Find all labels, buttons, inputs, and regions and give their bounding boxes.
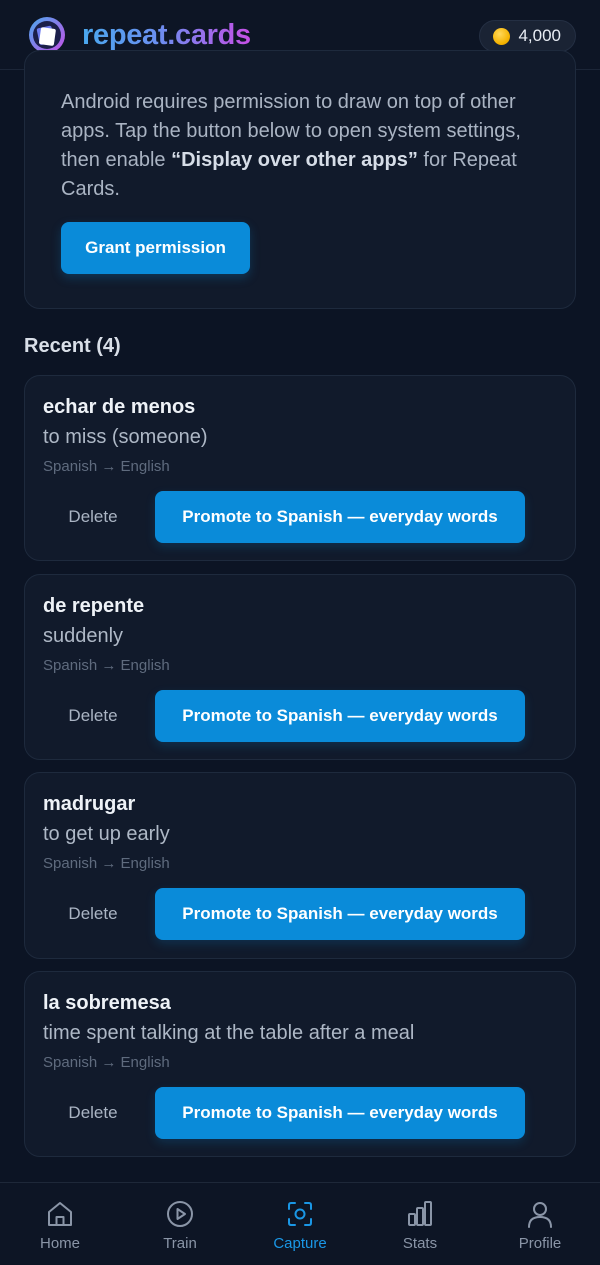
coin-balance[interactable]: 4,000 (479, 20, 576, 52)
nav-label: Capture (273, 1235, 327, 1252)
capture-icon (288, 1202, 312, 1226)
recent-section-title: Recent (4) (24, 335, 121, 357)
bottom-nav: Home Train Capture Stats Profile (0, 1182, 600, 1264)
promote-button[interactable]: Promote to Spanish — everyday words (155, 491, 525, 543)
permission-setting-name: “Display over other apps” (171, 149, 418, 171)
card-language-pair: Spanish → English (43, 855, 170, 872)
delete-button[interactable]: Delete (43, 1087, 143, 1139)
recent-card: echar de menos to miss (someone) Spanish… (24, 375, 576, 561)
nav-item-stats[interactable]: Stats (360, 1183, 480, 1265)
card-term: de repente (43, 595, 145, 617)
logo-icon[interactable] (28, 16, 66, 54)
delete-button[interactable]: Delete (43, 690, 143, 742)
permission-text: Android requires permission to draw on t… (61, 88, 551, 204)
play-icon (167, 1201, 193, 1227)
promote-button[interactable]: Promote to Spanish — everyday words (155, 690, 525, 742)
profile-icon (528, 1202, 552, 1228)
stats-icon (408, 1201, 432, 1226)
nav-label: Stats (402, 1235, 438, 1252)
nav-label: Profile (518, 1235, 562, 1252)
card-term: echar de menos (43, 396, 196, 418)
card-language-pair: Spanish → English (43, 458, 170, 475)
card-meaning: suddenly (43, 625, 124, 647)
promote-button[interactable]: Promote to Spanish — everyday words (155, 888, 525, 940)
recent-card: de repente suddenly Spanish → English De… (24, 574, 576, 760)
nav-label: Home (39, 1235, 80, 1252)
card-term: madrugar (43, 793, 136, 815)
nav-item-train[interactable]: Train (120, 1183, 240, 1265)
coin-count: 4,000 (518, 26, 561, 45)
card-meaning: to get up early (43, 823, 170, 845)
card-meaning: to miss (someone) (43, 426, 208, 448)
grant-permission-button[interactable]: Grant permission (61, 222, 250, 274)
brand-title[interactable]: repeat.cards (82, 17, 251, 53)
card-language-pair: Spanish → English (43, 1054, 170, 1071)
recent-card: madrugar to get up early Spanish → Engli… (24, 772, 576, 959)
recent-card: la sobremesa time spent talking at the t… (24, 971, 576, 1157)
delete-button[interactable]: Delete (43, 491, 143, 543)
nav-item-profile[interactable]: Profile (480, 1183, 600, 1265)
coin-icon (493, 27, 511, 45)
home-icon (48, 1202, 72, 1226)
card-language-pair: Spanish → English (43, 657, 170, 674)
nav-item-capture[interactable]: Capture (240, 1183, 360, 1265)
promote-button[interactable]: Promote to Spanish — everyday words (155, 1087, 525, 1139)
nav-item-home[interactable]: Home (0, 1183, 120, 1265)
permission-card: Android requires permission to draw on t… (24, 50, 576, 309)
delete-button[interactable]: Delete (43, 888, 143, 940)
nav-label: Train (163, 1235, 197, 1252)
card-term: la sobremesa (43, 992, 171, 1014)
card-meaning: time spent talking at the table after a … (43, 1022, 415, 1044)
